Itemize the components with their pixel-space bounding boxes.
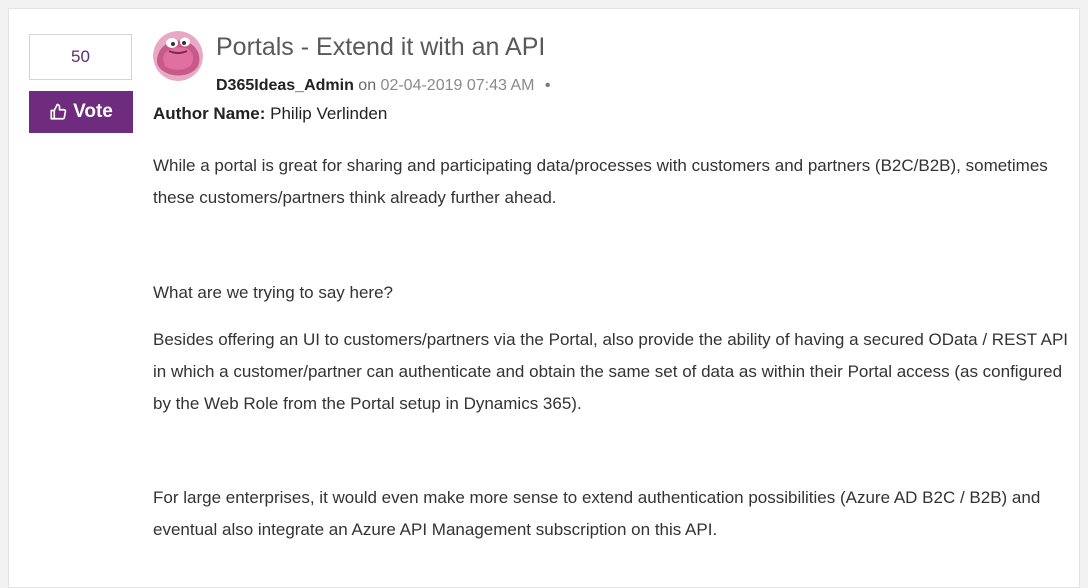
- body-paragraph-4: For large enterprises, it would even mak…: [153, 488, 1041, 539]
- on-text: on: [358, 77, 377, 94]
- vote-label: Vote: [73, 101, 113, 122]
- post-date: 02-04-2019 07:43 AM: [380, 77, 535, 94]
- post-meta: D365Ideas_Admin on 02-04-2019 07:43 AM •: [216, 77, 551, 95]
- body-paragraph-2: What are we trying to say here?: [153, 283, 394, 302]
- avatar[interactable]: [153, 31, 203, 81]
- author-link[interactable]: D365Ideas_Admin: [216, 77, 354, 94]
- author-name-value: Philip Verlinden: [270, 104, 388, 123]
- thumbs-up-icon: [49, 103, 67, 121]
- body-paragraph-3: Besides offering an UI to customers/part…: [153, 330, 1069, 413]
- author-name-label: Author Name:: [153, 104, 266, 123]
- body-paragraph-1: While a portal is great for sharing and …: [153, 156, 1048, 207]
- author-name-line: Author Name: Philip Verlinden: [153, 104, 387, 124]
- idea-card: 50 Vote Portals - Extend it with an API …: [8, 8, 1080, 588]
- meta-bullet: •: [544, 77, 551, 94]
- kudos-count-value: 50: [71, 47, 90, 66]
- kudos-count: 50: [29, 34, 132, 80]
- idea-title[interactable]: Portals - Extend it with an API: [216, 33, 545, 62]
- vote-button[interactable]: Vote: [29, 91, 133, 133]
